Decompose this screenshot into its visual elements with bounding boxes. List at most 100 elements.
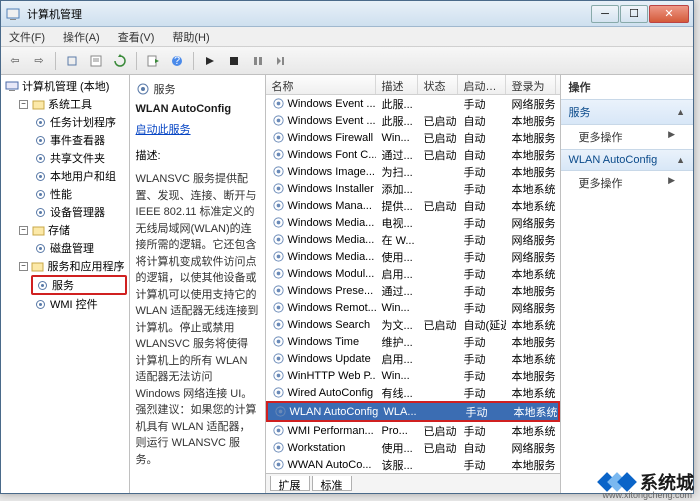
tree-group[interactable]: −系统工具 (17, 95, 127, 113)
tree-item[interactable]: 磁盘管理 (31, 239, 127, 257)
cell-status (418, 392, 458, 394)
tree-item[interactable]: 共享文件夹 (31, 149, 127, 167)
watermark-url: www.xitongcheng.com (602, 490, 692, 500)
titlebar[interactable]: 计算机管理 ─ ☐ ✕ (1, 1, 693, 27)
service-row[interactable]: WMI Performan...Pro...已启动手动本地系统 (266, 422, 560, 439)
tree-item[interactable]: 服务 (31, 275, 127, 295)
forward-button[interactable]: ⇨ (29, 51, 49, 71)
service-row[interactable]: Windows Installer添加...手动本地系统 (266, 180, 560, 197)
cell-name: WLAN AutoConfig (268, 404, 378, 419)
menu-file[interactable]: 文件(F) (5, 27, 49, 47)
tree-group[interactable]: −服务和应用程序 (17, 257, 127, 275)
service-row[interactable]: Windows Update启用...手动本地系统 (266, 350, 560, 367)
close-button[interactable]: ✕ (649, 5, 689, 23)
middle-panel: 服务 WLAN AutoConfig 启动此服务 描述: WLANSVC 服务提… (130, 75, 561, 493)
service-row[interactable]: Wired AutoConfig有线...手动本地系统 (266, 384, 560, 401)
cell-name: Windows Event ... (266, 113, 376, 128)
tab-extended[interactable]: 扩展 (270, 476, 310, 491)
service-row[interactable]: Windows Image...为扫...手动本地服务 (266, 163, 560, 180)
cell-start: 自动 (458, 112, 506, 130)
cell-desc: 启用... (376, 265, 418, 283)
service-row[interactable]: Windows Media...在 W...手动网络服务 (266, 231, 560, 248)
tree-item[interactable]: 性能 (31, 185, 127, 203)
back-button[interactable]: ⇦ (5, 51, 25, 71)
menu-help[interactable]: 帮助(H) (168, 27, 213, 47)
service-row[interactable]: Windows Media...使用...手动网络服务 (266, 248, 560, 265)
actions-more-1[interactable]: 更多操作 ▶ (561, 125, 693, 149)
service-row[interactable]: Windows Event ...此服...手动网络服务 (266, 95, 560, 112)
service-row[interactable]: WinHTTP Web P...Win...手动本地服务 (266, 367, 560, 384)
tree-root[interactable]: 计算机管理 (本地) (3, 77, 127, 95)
help-button[interactable]: ? (167, 51, 187, 71)
cell-logon: 本地系统 (506, 197, 556, 215)
actions-group-services[interactable]: 服务 ▲ (561, 99, 693, 125)
cell-name: WWAN AutoCo... (266, 457, 376, 472)
cell-name: Workstation (266, 440, 376, 455)
service-row[interactable]: Workstation使用...已启动自动网络服务 (266, 439, 560, 456)
desc-label: 描述: (136, 147, 259, 163)
tree-panel[interactable]: 计算机管理 (本地) −系统工具任务计划程序事件查看器共享文件夹本地用户和组性能… (1, 75, 130, 493)
minimize-button[interactable]: ─ (591, 5, 619, 23)
service-row[interactable]: Windows Modul...启用...手动本地系统 (266, 265, 560, 282)
expander-icon[interactable]: − (19, 100, 28, 109)
menu-view[interactable]: 查看(V) (114, 27, 159, 47)
chevron-right-icon: ▶ (668, 129, 675, 140)
service-row[interactable]: Windows Mana...提供...已启动自动本地系统 (266, 197, 560, 214)
col-desc[interactable]: 描述 (376, 75, 418, 94)
col-name[interactable]: 名称 (266, 75, 376, 94)
service-row[interactable]: Windows Search为文...已启动自动(延迟...本地系统 (266, 316, 560, 333)
gear-icon (33, 297, 47, 311)
cell-logon: 本地服务 (506, 456, 556, 474)
menu-action[interactable]: 操作(A) (59, 27, 104, 47)
maximize-button[interactable]: ☐ (620, 5, 648, 23)
service-row[interactable]: Windows Prese...通过...手动本地服务 (266, 282, 560, 299)
service-row[interactable]: WWAN AutoCo...该服...手动本地服务 (266, 456, 560, 473)
chevron-right-icon: ▶ (668, 175, 675, 186)
tree-item[interactable]: 事件查看器 (31, 131, 127, 149)
tree-label: 任务计划程序 (50, 114, 116, 130)
gear-icon (33, 187, 47, 201)
tab-standard[interactable]: 标准 (312, 476, 352, 491)
cell-start: 手动 (458, 231, 506, 249)
tree-item[interactable]: 设备管理器 (31, 203, 127, 221)
export-button[interactable] (143, 51, 163, 71)
service-row[interactable]: WLAN AutoConfigWLA...手动本地系统 (268, 403, 558, 420)
stop-button[interactable] (224, 51, 244, 71)
service-row[interactable]: Windows Media...电视...手动网络服务 (266, 214, 560, 231)
play-button[interactable] (200, 51, 220, 71)
gear-icon (33, 133, 47, 147)
service-row[interactable]: Windows Remot...Win...手动网络服务 (266, 299, 560, 316)
tree-group[interactable]: −存储 (17, 221, 127, 239)
col-status[interactable]: 状态 (418, 75, 458, 94)
col-start[interactable]: 启动类型 (458, 75, 506, 94)
pause-button[interactable] (248, 51, 268, 71)
cell-name: WMI Performan... (266, 423, 376, 438)
expander-icon[interactable]: − (19, 226, 28, 235)
gear-icon (136, 82, 150, 96)
properties-button[interactable] (86, 51, 106, 71)
start-service-link[interactable]: 启动此服务 (136, 121, 259, 137)
actions-more-2[interactable]: 更多操作 ▶ (561, 171, 693, 195)
folder-icon (31, 259, 45, 273)
cell-logon: 网络服务 (506, 439, 556, 457)
service-row[interactable]: Windows FirewallWin...已启动自动本地服务 (266, 129, 560, 146)
detail-description: WLANSVC 服务提供配置、发现、连接、断开与 IEEE 802.11 标准定… (136, 171, 259, 468)
cell-name: Windows Media... (266, 215, 376, 230)
cell-name: Windows Firewall (266, 130, 376, 145)
tree-item[interactable]: 任务计划程序 (31, 113, 127, 131)
list-body[interactable]: Windows Event ...此服...手动网络服务Windows Even… (266, 95, 560, 473)
cell-start: 手动 (458, 180, 506, 198)
service-row[interactable]: Windows Time维护...手动本地服务 (266, 333, 560, 350)
tree-item[interactable]: 本地用户和组 (31, 167, 127, 185)
restart-button[interactable] (272, 51, 292, 71)
col-logon[interactable]: 登录为 (506, 75, 556, 94)
refresh-button[interactable] (110, 51, 130, 71)
cell-name: Windows Prese... (266, 283, 376, 298)
expander-icon[interactable]: − (19, 262, 28, 271)
toolbar-separator (136, 52, 137, 70)
service-row[interactable]: Windows Event ...此服...已启动自动本地服务 (266, 112, 560, 129)
up-button[interactable] (62, 51, 82, 71)
service-row[interactable]: Windows Font C...通过...已启动自动本地服务 (266, 146, 560, 163)
tree-item[interactable]: WMI 控件 (31, 295, 127, 313)
actions-group-selected[interactable]: WLAN AutoConfig ▲ (561, 149, 693, 171)
